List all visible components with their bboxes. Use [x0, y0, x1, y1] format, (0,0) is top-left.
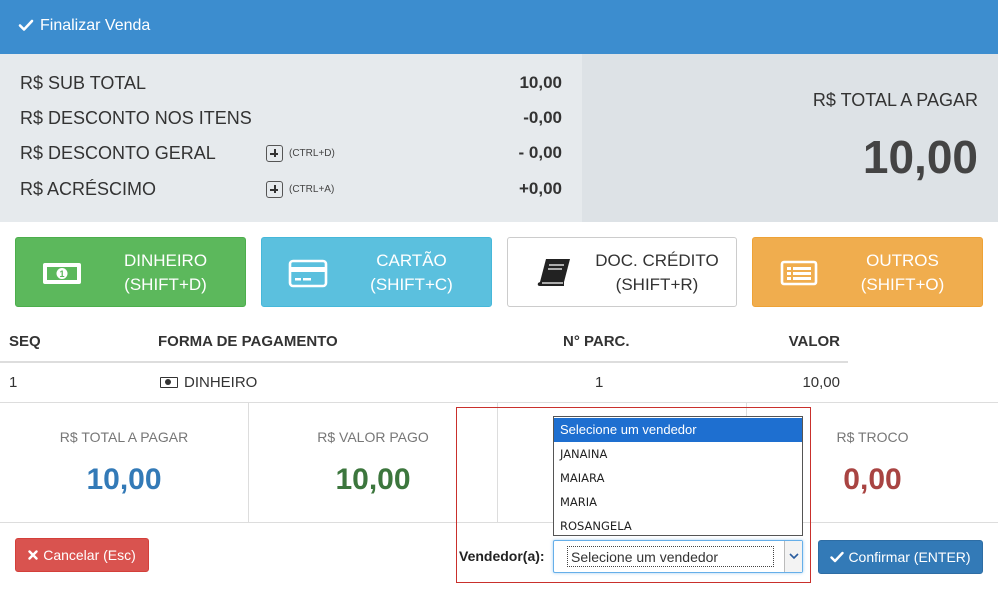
pay-credit-doc-shortcut: (SHIFT+R) [615, 275, 699, 294]
discount-shortcut: (CTRL+D) [289, 148, 335, 159]
close-icon [28, 550, 38, 560]
item-discount-row: R$ DESCONTO NOS ITENS -0,00 [20, 108, 562, 132]
stat-total: R$ TOTAL A PAGAR 10,00 [0, 403, 249, 523]
row-seq: 1 [9, 374, 18, 391]
pay-card-button[interactable]: CARTÃO (SHIFT+C) [261, 237, 492, 307]
pay-card-label: CARTÃO [376, 251, 447, 270]
vendor-option[interactable]: ROSANGELA [554, 514, 802, 538]
check-icon [830, 551, 845, 563]
col-seq: SEQ [9, 333, 41, 350]
book-icon [537, 259, 570, 286]
cancel-button[interactable]: Cancelar (Esc) [15, 538, 149, 572]
surcharge-label: R$ ACRÉSCIMO [20, 179, 157, 199]
total-label: R$ TOTAL A PAGAR [812, 90, 978, 110]
vendor-option[interactable]: JANAINA [554, 442, 802, 466]
modal-title: Finalizar Venda [40, 17, 151, 34]
pay-card-shortcut: (SHIFT+C) [370, 275, 453, 294]
subtotal-value: 10,00 [519, 73, 562, 92]
subtotal-label: R$ SUB TOTAL [20, 73, 147, 93]
surcharge-row: R$ ACRÉSCIMO (CTRL+A) +0,00 [20, 179, 562, 203]
cash-icon: 1 [43, 263, 81, 284]
table-header-divider [0, 361, 848, 363]
total-value: 10,00 [862, 131, 978, 183]
vendor-select[interactable]: Selecione um vendedor [553, 540, 803, 573]
stat-total-value: 10,00 [86, 463, 162, 496]
general-discount-row: R$ DESCONTO GERAL (CTRL+D) - 0,00 [20, 143, 562, 167]
pay-other-label: OUTROS [866, 251, 939, 270]
pay-credit-doc-label: DOC. CRÉDITO [595, 251, 719, 270]
item-discount-value: -0,00 [523, 108, 562, 127]
chevron-down-icon [789, 553, 799, 560]
vendor-dropdown-list: Selecione um vendedor JANAINA MAIARA MAR… [553, 416, 803, 536]
col-payment-method: FORMA DE PAGAMENTO [158, 333, 338, 350]
confirm-label: Confirmar (ENTER) [848, 549, 971, 565]
col-installments: N° PARC. [563, 333, 630, 350]
credit-card-icon [288, 259, 328, 288]
stat-total-label: R$ TOTAL A PAGAR [59, 429, 189, 445]
vendor-label: Vendedor(a): [459, 548, 545, 564]
vendor-option[interactable]: MARIA [554, 490, 802, 514]
vendor-selected-value: Selecione um vendedor [567, 546, 774, 567]
cash-icon [160, 377, 178, 388]
subtotal-row: R$ SUB TOTAL 10,00 [20, 73, 562, 97]
pay-cash-button[interactable]: 1 DINHEIRO (SHIFT+D) [15, 237, 246, 307]
summary-panel: R$ SUB TOTAL 10,00 R$ DESCONTO NOS ITENS… [0, 54, 998, 222]
general-discount-label: R$ DESCONTO GERAL [20, 143, 216, 163]
surcharge-value: +0,00 [518, 179, 562, 198]
add-discount-button[interactable]: (CTRL+D) [266, 145, 335, 162]
pay-credit-doc-button[interactable]: DOC. CRÉDITO (SHIFT+R) [507, 237, 737, 307]
svg-text:1: 1 [59, 269, 64, 279]
list-icon [780, 260, 818, 286]
row-installments: 1 [595, 374, 604, 391]
vendor-dropdown-arrow[interactable] [784, 541, 802, 572]
row-payment-method: DINHEIRO [160, 374, 257, 391]
vendor-option[interactable]: MAIARA [554, 466, 802, 490]
confirm-button[interactable]: Confirmar (ENTER) [818, 540, 983, 574]
modal-header: Finalizar Venda [0, 0, 998, 54]
row-payment-method-label: DINHEIRO [184, 374, 258, 391]
pay-cash-shortcut: (SHIFT+D) [124, 275, 207, 294]
plus-square-icon [266, 181, 283, 198]
pay-other-shortcut: (SHIFT+O) [860, 275, 945, 294]
cancel-label: Cancelar (Esc) [43, 547, 136, 563]
total-panel: R$ TOTAL A PAGAR 10,00 [582, 54, 998, 222]
add-surcharge-button[interactable]: (CTRL+A) [266, 181, 334, 198]
vendor-option[interactable]: Selecione um vendedor [554, 418, 802, 442]
plus-square-icon [266, 145, 283, 162]
row-value: 10,00 [802, 374, 840, 391]
general-discount-value: - 0,00 [518, 143, 562, 162]
pay-cash-label: DINHEIRO [123, 251, 208, 270]
pay-other-button[interactable]: OUTROS (SHIFT+O) [752, 237, 983, 307]
item-discount-label: R$ DESCONTO NOS ITENS [20, 108, 252, 128]
check-icon [18, 19, 34, 31]
col-value: VALOR [788, 333, 840, 350]
surcharge-shortcut: (CTRL+A) [289, 184, 335, 195]
